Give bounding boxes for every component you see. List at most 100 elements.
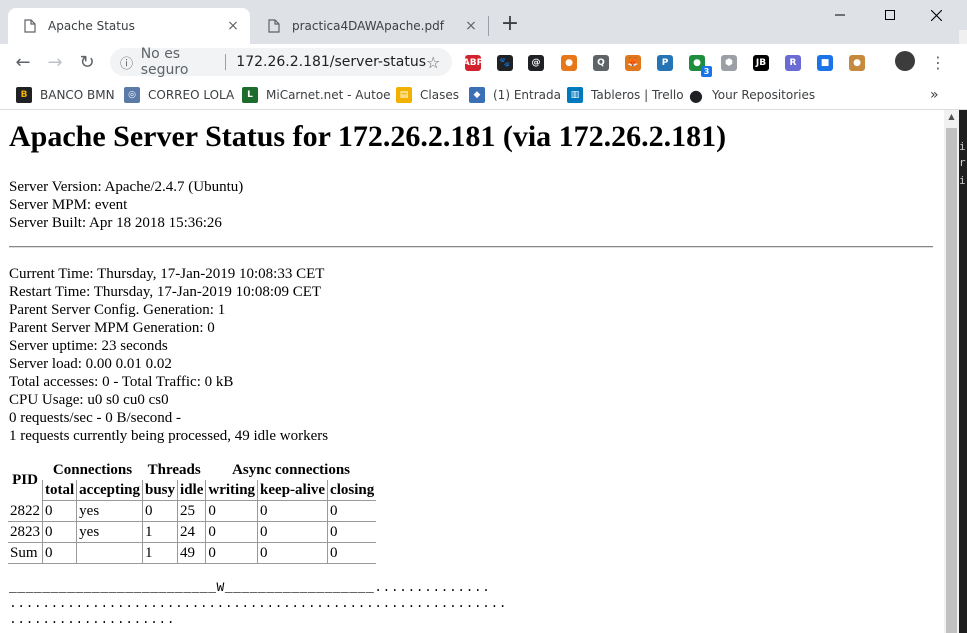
- page-content: Apache Server Status for 172.26.2.181 (v…: [0, 110, 944, 633]
- disqus-icon[interactable]: @: [528, 55, 544, 71]
- close-tab-icon[interactable]: ×: [224, 17, 242, 35]
- current-time: Current Time: Thursday, 17-Jan-2019 10:0…: [9, 266, 325, 282]
- col-total: total: [41, 480, 77, 501]
- keeper-icon[interactable]: Q: [593, 55, 609, 71]
- tab-pdf[interactable]: practica4DAWApache.pdf ×: [252, 8, 488, 44]
- url-text[interactable]: 172.26.2.181/server-status: [236, 54, 426, 70]
- cell-closing: 0: [327, 500, 377, 522]
- cell-writing: 0: [205, 500, 258, 522]
- tab-label: practica4DAWApache.pdf: [292, 19, 444, 33]
- server-version: Server Version: Apache/2.4.7 (Ubuntu): [9, 179, 244, 195]
- page-title: Apache Server Status for 172.26.2.181 (v…: [9, 120, 727, 153]
- col-closing: closing: [327, 480, 377, 501]
- address-bar[interactable]: ⓘ No es seguro 172.26.2.181/server-statu…: [110, 46, 452, 78]
- cell-closing: 0: [327, 542, 377, 564]
- bookmark-label: Your Repositories: [712, 88, 816, 102]
- tab-strip: Apache Status × practica4DAWApache.pdf ×…: [0, 0, 967, 44]
- cell-idle: 25: [177, 500, 206, 522]
- scrollbar-thumb[interactable]: [946, 128, 957, 633]
- col-keep-alive: keep-alive: [257, 480, 328, 501]
- r-icon[interactable]: R: [785, 55, 801, 71]
- cell-busy: 0: [141, 500, 178, 522]
- vertical-scrollbar[interactable]: ▲: [944, 110, 959, 633]
- uptime: Server uptime: 23 seconds: [9, 338, 168, 354]
- pi-icon[interactable]: P: [657, 55, 673, 71]
- col-accepting: accepting: [76, 480, 143, 501]
- document-icon: [266, 18, 282, 34]
- minimize-button[interactable]: [817, 0, 863, 30]
- browser-toolbar: ← → ↻ ⓘ No es seguro 172.26.2.181/server…: [0, 44, 967, 80]
- tab-apache-status[interactable]: Apache Status ×: [8, 8, 250, 44]
- cell-keep-alive: 0: [257, 521, 328, 543]
- cookie-icon[interactable]: ●: [849, 55, 865, 71]
- scroll-up-icon[interactable]: ▲: [944, 112, 959, 124]
- async-header: Async connections: [232, 462, 351, 478]
- github-icon: ●: [688, 85, 704, 105]
- cell-keep-alive: 0: [257, 500, 328, 522]
- paw-icon[interactable]: 🐾: [497, 55, 513, 71]
- cell-idle: 24: [177, 521, 206, 543]
- workers: 1 requests currently being processed, 49…: [9, 428, 329, 444]
- scoreboard-line: ........................................…: [9, 596, 508, 611]
- bookmark-entrada[interactable]: ◆ (1) Entrada: [469, 86, 561, 104]
- adblock-icon[interactable]: ABP: [463, 55, 483, 71]
- bookmark-correo-lola[interactable]: ◎ CORREO LOLA: [124, 86, 234, 104]
- bookmark-star-icon[interactable]: ☆: [426, 53, 444, 72]
- cell-closing: 0: [327, 521, 377, 543]
- bookmark-banco-bmn[interactable]: B BANCO BMN: [16, 86, 115, 104]
- cpu-usage: CPU Usage: u0 s0 cu0 cs0: [9, 392, 169, 408]
- cell-busy: 1: [141, 521, 178, 543]
- close-tab-icon[interactable]: ×: [462, 17, 480, 35]
- jb-icon[interactable]: JB: [753, 55, 769, 71]
- classroom-icon: ▤: [396, 87, 412, 103]
- cell-busy: 1: [141, 542, 178, 564]
- server-info: Server Version: Apache/2.4.7 (Ubuntu) Se…: [9, 178, 243, 232]
- bookmark-label: Clases: [420, 88, 459, 102]
- threads-header: Threads: [147, 462, 201, 478]
- tab-separator: [488, 16, 489, 36]
- omnibox-divider: [225, 54, 227, 70]
- cell-pid: 2823: [8, 521, 43, 543]
- scoreboard-line: ....................: [9, 612, 176, 627]
- bookmark-label: MiCarnet.net - Autoe: [266, 88, 391, 102]
- cell-accepting: yes: [76, 500, 143, 522]
- cube-icon[interactable]: ⬢: [721, 55, 737, 71]
- back-button[interactable]: ←: [10, 49, 36, 75]
- bookmark-repositories[interactable]: ● Your Repositories: [688, 85, 816, 105]
- bookmark-label: CORREO LOLA: [148, 88, 235, 102]
- info-icon[interactable]: ⓘ: [120, 53, 135, 72]
- bmn-icon: B: [16, 87, 32, 103]
- bookmark-clases[interactable]: ▤ Clases: [396, 86, 459, 104]
- extension-badge: 3: [701, 66, 712, 77]
- table-row: 2822 0 yes 0 25 0 0 0: [8, 500, 377, 522]
- forward-button[interactable]: →: [42, 49, 68, 75]
- cell-keep-alive: 0: [257, 542, 328, 564]
- scoreboard: _________________________W______________…: [9, 580, 507, 628]
- bookmark-label: BANCO BMN: [40, 88, 115, 102]
- col-idle: idle: [177, 480, 206, 501]
- bookmarks-bar: B BANCO BMN ◎ CORREO LOLA L MiCarnet.net…: [0, 80, 967, 110]
- new-tab-button[interactable]: +: [498, 13, 522, 37]
- server-mpm: Server MPM: event: [9, 197, 128, 213]
- camera-icon[interactable]: ■: [817, 55, 833, 71]
- avatar[interactable]: [895, 51, 915, 71]
- cell-idle: 49: [177, 542, 206, 564]
- cell-writing: 0: [205, 521, 258, 543]
- table-row: Sum 0 1 49 0 0 0: [8, 542, 377, 564]
- close-window-button[interactable]: [913, 0, 959, 30]
- cell-total: 0: [41, 500, 77, 522]
- background-terminal: i r i: [959, 110, 967, 633]
- maximize-button[interactable]: [867, 0, 913, 30]
- bookmarks-more-button[interactable]: »: [930, 86, 939, 104]
- fox-icon[interactable]: 🦊: [625, 55, 641, 71]
- reload-button[interactable]: ↻: [74, 49, 100, 75]
- connections-table: PID Connections Threads Async connection…: [8, 460, 377, 564]
- cell-pid: Sum: [8, 542, 43, 564]
- menu-icon[interactable]: ⋮: [925, 49, 951, 75]
- bookmark-trello[interactable]: ▥ Tableros | Trello: [567, 86, 684, 104]
- cell-total: 0: [41, 542, 77, 564]
- bookmark-label: Tableros | Trello: [591, 88, 684, 102]
- ball-icon[interactable]: ●: [561, 55, 577, 71]
- bookmark-micarnet[interactable]: L MiCarnet.net - Autoe: [242, 86, 391, 104]
- col-busy: busy: [141, 480, 178, 501]
